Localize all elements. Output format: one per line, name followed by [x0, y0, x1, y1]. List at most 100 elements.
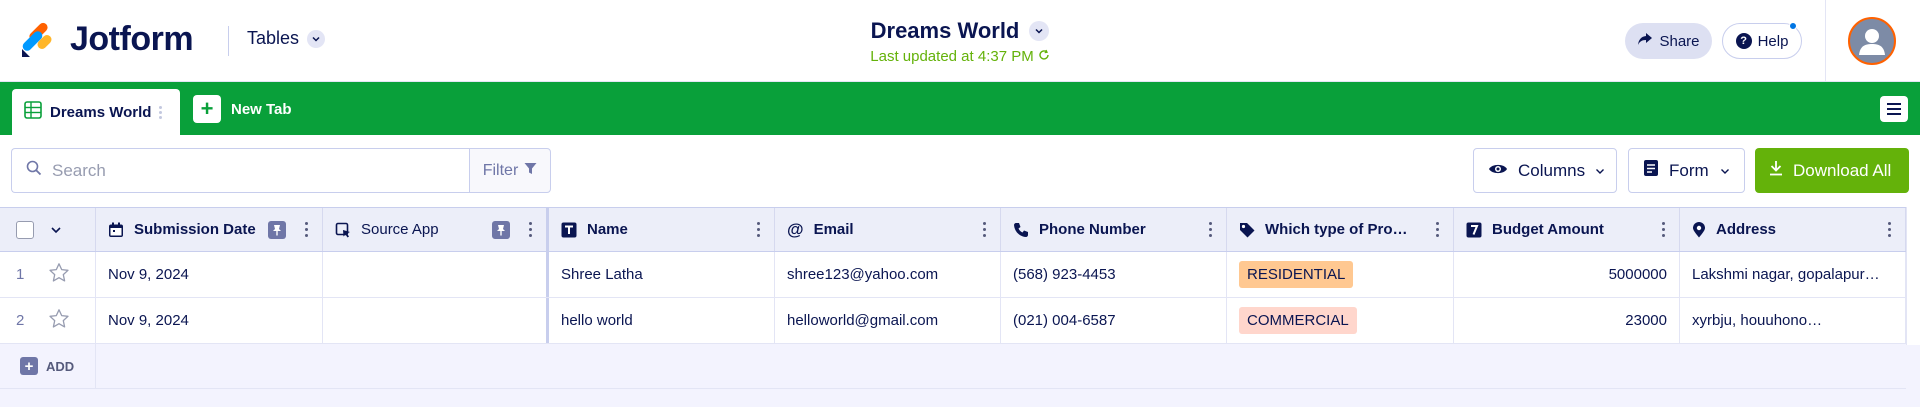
new-tab-label: New Tab: [231, 100, 292, 118]
select-all-checkbox[interactable]: [16, 220, 34, 239]
form-label: Form: [1669, 160, 1709, 180]
filter-button[interactable]: Filter: [469, 148, 551, 193]
property-type-cell[interactable]: COMMERCIAL: [1227, 298, 1454, 343]
new-tab-button[interactable]: + New Tab: [193, 95, 292, 123]
column-header-address[interactable]: Address: [1680, 208, 1906, 251]
budget-cell[interactable]: 23000: [1454, 298, 1680, 343]
search-input[interactable]: [52, 160, 452, 181]
notification-dot: [1789, 22, 1797, 30]
column-header-label: Source App: [361, 221, 439, 238]
column-header-property-type[interactable]: Which type of Pro…: [1227, 208, 1454, 251]
number-type-icon: [1466, 222, 1482, 238]
share-icon: [1637, 32, 1653, 50]
columns-button[interactable]: Columns: [1473, 148, 1617, 193]
filter-icon: [524, 162, 537, 180]
pin-icon[interactable]: [492, 221, 510, 239]
phone-cell[interactable]: (021) 004-6587: [1001, 298, 1227, 343]
column-options-icon[interactable]: [305, 222, 308, 237]
column-options-icon[interactable]: [757, 222, 760, 237]
chevron-down-icon[interactable]: [50, 224, 62, 236]
column-options-icon[interactable]: [1209, 222, 1212, 237]
column-header-label: Name: [587, 221, 628, 238]
search-box: [11, 148, 470, 193]
table-header-row: Submission Date Source App Name @ Email …: [0, 207, 1906, 252]
address-text: Lakshmi nagar, gopalapur…: [1692, 266, 1880, 283]
table-toolbar: Filter Columns Form Download All: [0, 135, 1920, 207]
column-options-icon[interactable]: [1436, 222, 1439, 237]
phone-cell[interactable]: (568) 923-4453: [1001, 252, 1227, 297]
user-avatar[interactable]: [1848, 17, 1896, 65]
column-header-email[interactable]: @ Email: [775, 208, 1001, 251]
form-icon: [1643, 159, 1659, 182]
refresh-icon: [1038, 48, 1050, 65]
chevron-down-icon: [1720, 161, 1730, 181]
data-table: Submission Date Source App Name @ Email …: [0, 207, 1906, 389]
help-label: Help: [1757, 32, 1789, 50]
calendar-icon: [108, 222, 124, 238]
chevron-down-icon: [1595, 161, 1605, 181]
add-row-label: ADD: [46, 358, 75, 374]
column-header-label: Budget Amount: [1492, 221, 1604, 238]
table-grid-icon: [24, 101, 42, 123]
text-type-icon: [561, 222, 577, 238]
download-all-button[interactable]: Download All: [1755, 148, 1909, 193]
column-options-icon[interactable]: [1662, 222, 1665, 237]
address-cell[interactable]: Lakshmi nagar, gopalapur…: [1680, 252, 1906, 297]
download-label: Download All: [1793, 160, 1892, 180]
table-right-edge: [1906, 207, 1920, 345]
column-header-name[interactable]: Name: [549, 208, 775, 251]
phone-icon: [1013, 222, 1029, 238]
table-row[interactable]: 1 Nov 9, 2024 Shree Latha shree123@yahoo…: [0, 252, 1906, 298]
star-icon[interactable]: [48, 262, 70, 288]
column-header-source-app[interactable]: Source App: [323, 208, 549, 251]
submission-date-cell[interactable]: Nov 9, 2024: [96, 298, 323, 343]
header-divider: [1825, 0, 1826, 82]
column-options-icon[interactable]: [983, 222, 986, 237]
row-number: 1: [16, 266, 25, 283]
row-number-cell: 1: [0, 252, 96, 297]
column-options-icon[interactable]: [529, 222, 532, 237]
help-button[interactable]: ? Help: [1722, 22, 1802, 59]
property-type-cell[interactable]: RESIDENTIAL: [1227, 252, 1454, 297]
share-label: Share: [1659, 32, 1700, 50]
add-row-button[interactable]: + ADD: [0, 344, 96, 388]
source-app-cell[interactable]: [323, 252, 549, 297]
submission-date-cell[interactable]: Nov 9, 2024: [96, 252, 323, 297]
budget-cell[interactable]: 5000000: [1454, 252, 1680, 297]
column-header-label: Address: [1716, 221, 1777, 238]
form-button[interactable]: Form: [1628, 148, 1745, 193]
tab-dreams-world[interactable]: Dreams World: [12, 89, 180, 135]
row-number: 2: [16, 312, 25, 329]
location-pin-icon: [1692, 221, 1706, 238]
document-title[interactable]: Dreams World: [871, 18, 1050, 44]
email-cell[interactable]: helloworld@gmail.com: [775, 298, 1001, 343]
tag-icon: [1239, 222, 1255, 238]
property-type-tag: COMMERCIAL: [1239, 307, 1357, 334]
column-header-budget-amount[interactable]: Budget Amount: [1454, 208, 1680, 251]
column-header-phone-number[interactable]: Phone Number: [1001, 208, 1227, 251]
name-cell[interactable]: hello world: [549, 298, 775, 343]
name-cell[interactable]: Shree Latha: [549, 252, 775, 297]
add-row: + ADD: [0, 344, 1906, 389]
menu-icon[interactable]: [1880, 96, 1908, 122]
property-type-tag: RESIDENTIAL: [1239, 261, 1354, 288]
source-app-icon: [335, 222, 351, 238]
column-header-submission-date[interactable]: Submission Date: [96, 208, 323, 251]
source-app-cell[interactable]: [323, 298, 549, 343]
pin-icon[interactable]: [268, 221, 286, 239]
table-row[interactable]: 2 Nov 9, 2024 hello world helloworld@gma…: [0, 298, 1906, 344]
plus-icon: +: [20, 357, 38, 375]
last-updated-text: Last updated at 4:37 PM: [870, 48, 1034, 65]
email-cell[interactable]: shree123@yahoo.com: [775, 252, 1001, 297]
address-cell[interactable]: xyrbju, houuhono…: [1680, 298, 1906, 343]
column-header-label: Which type of Pro…: [1265, 221, 1408, 238]
star-icon[interactable]: [48, 308, 70, 334]
tab-options-icon[interactable]: [159, 105, 163, 119]
tab-bar: Dreams World + New Tab: [0, 82, 1920, 135]
tab-label: Dreams World: [50, 103, 152, 121]
row-number-cell: 2: [0, 298, 96, 343]
column-options-icon[interactable]: [1888, 222, 1891, 237]
share-button[interactable]: Share: [1625, 23, 1712, 59]
document-title-text: Dreams World: [870, 18, 1020, 43]
eye-icon: [1488, 161, 1508, 181]
